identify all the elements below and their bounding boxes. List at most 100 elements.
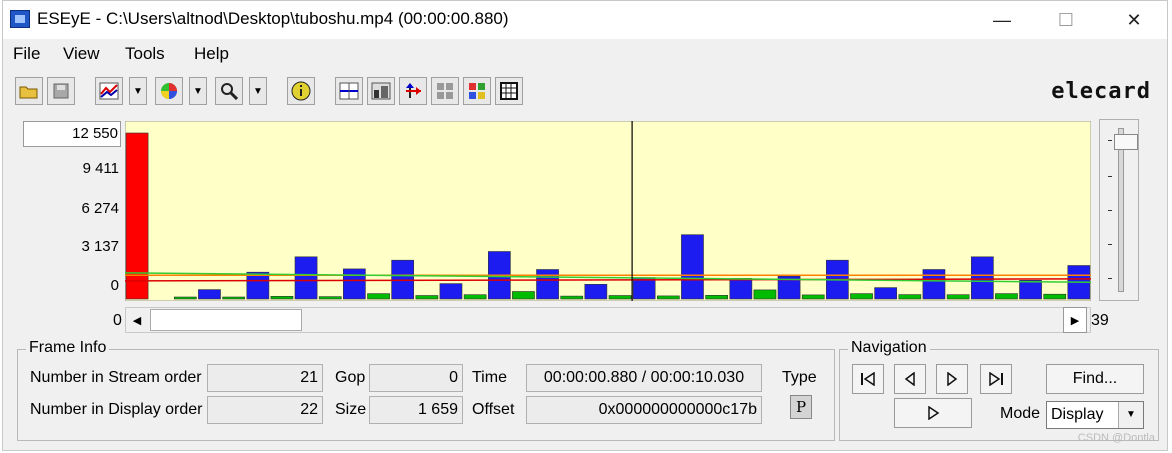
time-label: Time <box>472 369 507 386</box>
table-grid-icon[interactable] <box>495 77 523 105</box>
frame-info-group: Frame Info Number in Stream order 21 Num… <box>17 339 835 441</box>
y-tick-label: 0 <box>110 277 119 294</box>
bar-b-frame <box>463 294 487 300</box>
size-label: Size <box>335 401 367 418</box>
bar-b-frame <box>560 295 584 300</box>
zoom-icon[interactable] <box>215 77 243 105</box>
graph-icon[interactable] <box>95 77 123 105</box>
bar-b-frame <box>608 295 632 300</box>
minimize-button[interactable]: — <box>979 1 1025 39</box>
y-max-field[interactable]: 12 550 <box>23 121 121 147</box>
time-field: 00:00:00.880 / 00:00:10.030 <box>526 364 762 392</box>
horizontal-scrollbar[interactable]: ◀ <box>125 307 1091 333</box>
bar-p-frame <box>681 234 704 300</box>
y-tick-label: 6 274 <box>81 200 119 217</box>
bar-b-frame <box>656 295 680 300</box>
type-label: Type <box>782 369 817 386</box>
size-field: 1 659 <box>369 396 463 424</box>
offset-label: Offset <box>472 401 515 418</box>
bar-p-frame <box>198 289 221 300</box>
y-tick-label: 9 411 <box>82 160 119 177</box>
bar-p-frame <box>632 277 656 300</box>
bar-b-frame <box>367 293 390 300</box>
scroll-left-icon[interactable]: ◀ <box>126 308 148 332</box>
color-dropdown-icon[interactable]: ▼ <box>189 77 207 105</box>
offset-field: 0x000000000000c17b <box>526 396 762 424</box>
open-folder-icon[interactable] <box>15 77 43 105</box>
bar-p-frame <box>729 278 753 300</box>
frame-type-badge: P <box>790 395 812 419</box>
save-icon[interactable] <box>47 77 75 105</box>
bar-b-frame <box>801 294 825 300</box>
bar-p-frame <box>343 268 366 300</box>
bar-b-frame <box>318 296 342 300</box>
bar-p-frame <box>970 256 994 300</box>
menu-view[interactable]: View <box>63 44 100 64</box>
menu-file[interactable]: File <box>13 44 40 64</box>
grid-color-icon[interactable] <box>463 77 491 105</box>
graph-dropdown-icon[interactable]: ▼ <box>129 77 147 105</box>
bar-b-frame <box>222 296 245 300</box>
bar-b-frame <box>1043 293 1067 300</box>
maximize-button[interactable]: ☐ <box>1043 1 1089 39</box>
app-window: ESEyE - C:\Users\altnod\Desktop\tuboshu.… <box>2 0 1168 451</box>
prev-frame-icon[interactable] <box>894 364 926 394</box>
bar-b-frame <box>173 296 197 300</box>
find-button[interactable]: Find... <box>1046 364 1144 394</box>
chart-plot[interactable] <box>125 121 1091 301</box>
gop-label: Gop <box>335 369 366 386</box>
bar-b-frame <box>898 294 922 300</box>
bar-b-frame <box>995 293 1018 300</box>
app-icon <box>10 10 30 28</box>
gop-field: 0 <box>369 364 463 392</box>
x-start-label: 0 <box>113 312 122 329</box>
first-frame-icon[interactable] <box>852 364 884 394</box>
bar-b-frame <box>850 293 873 300</box>
bar-b-frame <box>415 295 439 300</box>
next-frame-icon[interactable] <box>936 364 968 394</box>
macroblock-icon[interactable] <box>367 77 395 105</box>
stream-order-label: Number in Stream order <box>30 369 202 386</box>
bar-p-frame <box>584 284 608 300</box>
mode-select[interactable]: Display ▼ <box>1046 401 1144 429</box>
navigation-group: Navigation Find... Mode Display ▼ <box>839 339 1159 441</box>
display-order-label: Number in Display order <box>30 401 203 418</box>
display-order-field: 22 <box>207 396 323 424</box>
bar-b-frame <box>705 295 728 300</box>
bar-p-frame <box>439 283 463 300</box>
info-icon[interactable] <box>287 77 315 105</box>
bitrate-chart: 12 550 9 411 6 274 3 137 0 <box>19 119 1091 303</box>
bar-p-frame <box>874 287 897 300</box>
bar-b-frame <box>946 294 970 300</box>
grid-gray-icon[interactable] <box>431 77 459 105</box>
scroll-thumb[interactable] <box>150 309 302 331</box>
last-frame-icon[interactable] <box>980 364 1012 394</box>
bar-p-frame <box>294 256 318 300</box>
bar-b-frame <box>512 291 535 300</box>
frame-info-title: Frame Info <box>26 339 110 357</box>
title-bar: ESEyE - C:\Users\altnod\Desktop\tuboshu.… <box>3 1 1167 39</box>
bar-i-frame <box>125 132 149 300</box>
menu-tools[interactable]: Tools <box>125 44 165 64</box>
zoom-dropdown-icon[interactable]: ▼ <box>249 77 267 105</box>
x-end-label: 39 <box>1091 312 1109 329</box>
chevron-down-icon[interactable]: ▼ <box>1118 402 1143 428</box>
menu-bar: File View Tools Help <box>3 39 1167 67</box>
menu-help[interactable]: Help <box>194 44 229 64</box>
color-wheel-icon[interactable] <box>155 77 183 105</box>
slider-thumb[interactable] <box>1114 134 1138 150</box>
frame-scroll-row: 0 ◀ ▶ 39 <box>19 307 1119 335</box>
window-title: ESEyE - C:\Users\altnod\Desktop\tuboshu.… <box>37 9 509 28</box>
watermark: CSDN @Dontla <box>1077 432 1155 444</box>
stream-order-field: 21 <box>207 364 323 392</box>
close-button[interactable]: ✕ <box>1111 1 1157 39</box>
toolbar: ▼ ▼ ▼ elecard <box>3 75 1167 109</box>
bar-p-frame <box>536 269 559 300</box>
scroll-right-icon[interactable]: ▶ <box>1063 307 1087 333</box>
zoom-slider[interactable] <box>1099 119 1139 301</box>
split-horizontal-icon[interactable] <box>335 77 363 105</box>
play-icon[interactable] <box>894 398 972 428</box>
motion-vectors-icon[interactable] <box>399 77 427 105</box>
mode-label: Mode <box>1000 405 1041 422</box>
bar-b-frame <box>270 296 294 300</box>
